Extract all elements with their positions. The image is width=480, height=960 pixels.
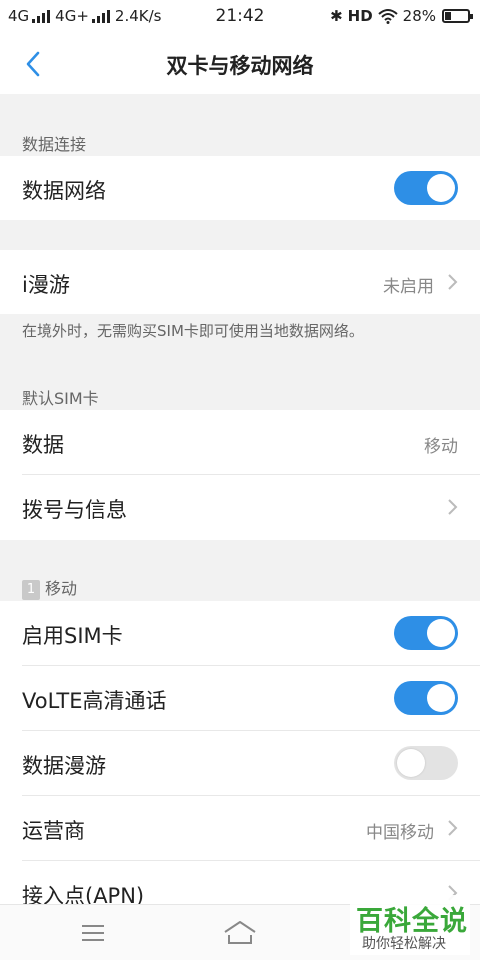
row-data-network: 数据网络 <box>0 156 480 220</box>
sim-badge: 1 <box>22 579 40 600</box>
header: 双卡与移动网络 <box>0 34 480 94</box>
chevron-right-icon <box>448 499 458 515</box>
data-sim-label: 数据 <box>22 433 64 457</box>
enable-sim-toggle[interactable] <box>394 616 458 650</box>
section-label-sim1: 1 移动 <box>22 575 77 600</box>
battery-icon <box>442 9 473 23</box>
row-carrier[interactable]: 运营商 中国移动 <box>0 796 480 860</box>
status-bar: 4G 4G+ 2.4K/s 21:42 ✱ HD 28% <box>0 0 480 34</box>
data-network-label: 数据网络 <box>22 179 106 203</box>
data-sim-value: 移动 <box>424 437 458 457</box>
data-network-toggle[interactable] <box>394 171 458 205</box>
row-dial-sms[interactable]: 拨号与信息 <box>0 475 480 540</box>
toggle-knob <box>427 684 455 712</box>
bluetooth-icon: ✱ <box>330 7 343 25</box>
chevron-left-icon <box>26 51 40 77</box>
section-label-default-sim: 默认SIM卡 <box>22 389 99 408</box>
watermark: 百科全说 助你轻松解决 <box>350 895 470 955</box>
carrier-value: 中国移动 <box>366 823 434 843</box>
apn-label: 接入点(APN) <box>22 884 145 904</box>
wifi-icon <box>377 9 398 24</box>
section-label-data-connection: 数据连接 <box>22 135 87 154</box>
battery-percent: 28% <box>402 7 436 25</box>
i-roaming-label: i漫游 <box>22 273 70 297</box>
back-button[interactable] <box>18 46 54 82</box>
carrier-label: 运营商 <box>22 819 85 843</box>
page-title: 双卡与移动网络 <box>166 54 314 78</box>
volte-toggle[interactable] <box>394 681 458 715</box>
data-roaming-label: 数据漫游 <box>22 754 106 778</box>
row-data-roaming: 数据漫游 <box>0 731 480 795</box>
row-volte: VoLTE高清通话 <box>0 666 480 730</box>
data-roaming-toggle[interactable] <box>394 746 458 780</box>
chevron-right-icon <box>448 274 458 290</box>
toggle-knob <box>427 619 455 647</box>
i-roaming-value: 未启用 <box>383 277 434 297</box>
row-enable-sim: 启用SIM卡 <box>0 601 480 665</box>
i-roaming-hint: 在境外时，无需购买SIM卡即可使用当地数据网络。 <box>22 322 364 340</box>
chevron-right-icon <box>448 820 458 836</box>
default-sim-group: 数据 移动 拨号与信息 <box>0 410 480 540</box>
sim1-carrier-label: 移动 <box>45 579 78 598</box>
home-icon[interactable] <box>222 919 258 947</box>
toggle-knob <box>397 749 425 777</box>
volte-label: VoLTE高清通话 <box>22 689 167 713</box>
menu-icon[interactable] <box>80 921 108 945</box>
dial-sms-label: 拨号与信息 <box>22 498 127 522</box>
row-data-sim[interactable]: 数据 移动 <box>0 410 480 474</box>
watermark-subtitle: 助你轻松解决 <box>362 936 446 952</box>
status-right: ✱ HD 28% <box>330 7 473 25</box>
row-i-roaming[interactable]: i漫游 未启用 <box>0 250 480 314</box>
toggle-knob <box>427 174 455 202</box>
sim1-group: 启用SIM卡 VoLTE高清通话 数据漫游 运营商 中国移动 接入点(APN) <box>0 601 480 904</box>
enable-sim-label: 启用SIM卡 <box>22 624 123 648</box>
hd-label: HD <box>347 7 373 25</box>
